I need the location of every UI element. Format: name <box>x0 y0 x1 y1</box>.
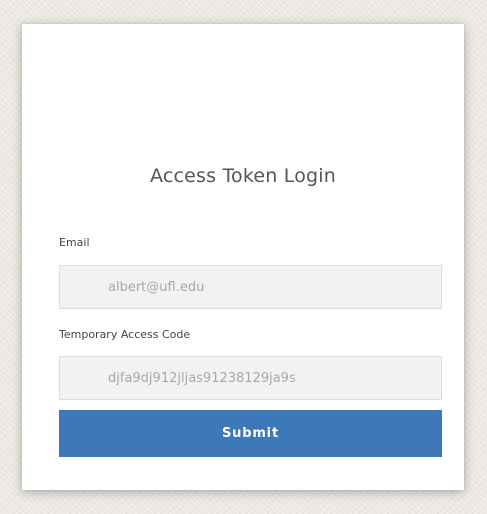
page-title: Access Token Login <box>149 165 337 187</box>
submit-button[interactable]: Submit <box>59 410 442 457</box>
access-code-label: Temporary Access Code <box>59 328 191 341</box>
email-label: Email <box>59 236 90 249</box>
login-card: Access Token Login Email Temporary Acces… <box>22 24 464 490</box>
access-code-field[interactable] <box>59 356 442 400</box>
email-field[interactable] <box>59 265 442 309</box>
